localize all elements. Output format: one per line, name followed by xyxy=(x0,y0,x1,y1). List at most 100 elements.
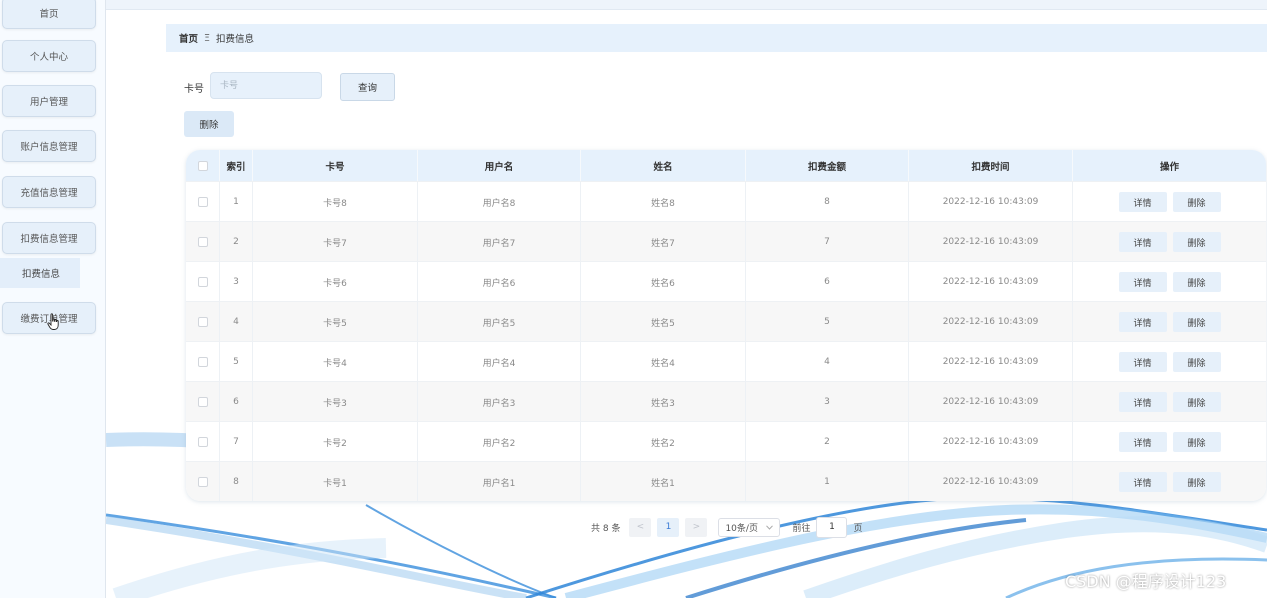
goto-page-value: 1 xyxy=(829,522,835,532)
cell-index: 6 xyxy=(220,382,253,422)
row-checkbox[interactable] xyxy=(197,237,208,247)
page-number-button[interactable]: 1 xyxy=(657,517,680,537)
column-header-amount: 扣费金额 xyxy=(746,150,909,181)
row-select-cell xyxy=(186,462,220,501)
detail-button[interactable]: 详情 xyxy=(1118,392,1167,412)
cell-card: 卡号2 xyxy=(253,422,418,462)
detail-button[interactable]: 详情 xyxy=(1118,352,1167,372)
cell-name: 姓名2 xyxy=(581,422,746,462)
table-row: 7 卡号2 用户名2 姓名2 2 2022-12-16 10:43:09 详情 删除 xyxy=(186,421,1266,462)
row-checkbox[interactable] xyxy=(197,317,208,327)
cell-actions: 详情 删除 xyxy=(1073,262,1266,302)
batch-delete-button[interactable]: 删除 xyxy=(184,111,234,137)
detail-button[interactable]: 详情 xyxy=(1118,192,1167,212)
page-size-select[interactable]: 10条/页 xyxy=(718,517,781,537)
sidebar-item-user-management[interactable]: 用户管理 xyxy=(2,85,96,117)
row-delete-button[interactable]: 删除 xyxy=(1172,472,1221,492)
row-checkbox[interactable] xyxy=(197,357,208,367)
row-checkbox[interactable] xyxy=(197,397,208,407)
table-row: 3 卡号6 用户名6 姓名6 6 2022-12-16 10:43:09 详情 删除 xyxy=(186,261,1266,302)
sidebar-item-recharge-management[interactable]: 充值信息管理 xyxy=(2,176,96,208)
sidebar-item-home[interactable]: 首页 xyxy=(2,0,96,29)
row-select-cell xyxy=(186,382,220,422)
column-header-username: 用户名 xyxy=(418,150,581,181)
prev-page-button[interactable]: < xyxy=(629,517,652,537)
row-delete-button[interactable]: 删除 xyxy=(1172,272,1221,292)
sidebar-item-personal-center[interactable]: 个人中心 xyxy=(2,40,96,72)
select-all-checkbox[interactable] xyxy=(197,160,208,171)
row-select-cell xyxy=(186,422,220,462)
cell-index: 7 xyxy=(220,422,253,462)
chevron-down-icon xyxy=(766,524,774,530)
row-checkbox[interactable] xyxy=(197,197,208,207)
cell-actions: 详情 删除 xyxy=(1073,182,1266,222)
chevron-left-icon: < xyxy=(636,522,645,532)
table-row: 8 卡号1 用户名1 姓名1 1 2022-12-16 10:43:09 详情 删除 xyxy=(186,461,1266,501)
search-button[interactable]: 查询 xyxy=(340,73,395,101)
cell-index: 3 xyxy=(220,262,253,302)
row-select-cell xyxy=(186,182,220,222)
column-header-time: 扣费时间 xyxy=(909,150,1073,181)
page-size-value: 10条/页 xyxy=(725,523,758,534)
row-checkbox[interactable] xyxy=(197,477,208,487)
column-header-card: 卡号 xyxy=(253,150,418,181)
next-page-button[interactable]: > xyxy=(685,517,708,537)
cell-amount: 2 xyxy=(746,422,909,462)
detail-button[interactable]: 详情 xyxy=(1118,472,1167,492)
row-delete-button[interactable]: 删除 xyxy=(1172,192,1221,212)
cell-username: 用户名8 xyxy=(418,182,581,222)
cell-card: 卡号6 xyxy=(253,262,418,302)
cell-username: 用户名5 xyxy=(418,302,581,342)
cell-card: 卡号8 xyxy=(253,182,418,222)
cell-username: 用户名4 xyxy=(418,342,581,382)
cell-name: 姓名3 xyxy=(581,382,746,422)
row-checkbox[interactable] xyxy=(197,437,208,447)
sidebar-item-account-management[interactable]: 账户信息管理 xyxy=(2,130,96,162)
row-delete-button[interactable]: 删除 xyxy=(1172,392,1221,412)
cell-index: 4 xyxy=(220,302,253,342)
cell-time: 2022-12-16 10:43:09 xyxy=(909,342,1073,382)
detail-button[interactable]: 详情 xyxy=(1118,432,1167,452)
cell-index: 5 xyxy=(220,342,253,382)
cell-amount: 3 xyxy=(746,382,909,422)
cell-name: 姓名8 xyxy=(581,182,746,222)
cell-index: 1 xyxy=(220,182,253,222)
row-checkbox[interactable] xyxy=(197,277,208,287)
cell-actions: 详情 删除 xyxy=(1073,342,1266,382)
row-delete-button[interactable]: 删除 xyxy=(1172,312,1221,332)
breadcrumb-home-link[interactable]: 首页 xyxy=(179,31,198,45)
cell-name: 姓名5 xyxy=(581,302,746,342)
sidebar-subitem-deduction-info[interactable]: 扣费信息 xyxy=(0,258,80,288)
detail-button[interactable]: 详情 xyxy=(1118,272,1167,292)
table-row: 2 卡号7 用户名7 姓名7 7 2022-12-16 10:43:09 详情 删除 xyxy=(186,221,1266,262)
detail-button[interactable]: 详情 xyxy=(1118,232,1167,252)
card-number-search-input[interactable] xyxy=(210,72,322,99)
goto-page-input[interactable]: 1 xyxy=(816,516,848,538)
breadcrumb-current: 扣费信息 xyxy=(216,34,255,45)
cell-amount: 5 xyxy=(746,302,909,342)
header-select-all[interactable] xyxy=(186,150,220,181)
row-delete-button[interactable]: 删除 xyxy=(1172,232,1221,252)
row-delete-button[interactable]: 删除 xyxy=(1172,352,1221,372)
cell-username: 用户名2 xyxy=(418,422,581,462)
detail-button[interactable]: 详情 xyxy=(1118,312,1167,332)
column-header-index: 索引 xyxy=(220,150,253,181)
cell-amount: 8 xyxy=(746,182,909,222)
card-number-label: 卡号 xyxy=(184,84,204,95)
cell-name: 姓名4 xyxy=(581,342,746,382)
row-delete-button[interactable]: 删除 xyxy=(1172,432,1221,452)
table-row: 4 卡号5 用户名5 姓名5 5 2022-12-16 10:43:09 详情 删除 xyxy=(186,301,1266,342)
cell-amount: 7 xyxy=(746,222,909,262)
row-select-cell xyxy=(186,342,220,382)
table-row: 1 卡号8 用户名8 姓名8 8 2022-12-16 10:43:09 详情 删除 xyxy=(186,181,1266,222)
chevron-right-icon: > xyxy=(692,522,701,532)
cell-name: 姓名7 xyxy=(581,222,746,262)
hand-cursor-icon xyxy=(47,313,59,330)
table-row: 5 卡号4 用户名4 姓名4 4 2022-12-16 10:43:09 详情 删除 xyxy=(186,341,1266,382)
cell-index: 2 xyxy=(220,222,253,262)
sidebar-item-deduction-management[interactable]: 扣费信息管理 xyxy=(2,222,96,254)
cell-time: 2022-12-16 10:43:09 xyxy=(909,462,1073,501)
breadcrumb-separator-icon: Ξ xyxy=(204,32,211,44)
cell-username: 用户名3 xyxy=(418,382,581,422)
row-select-cell xyxy=(186,222,220,262)
